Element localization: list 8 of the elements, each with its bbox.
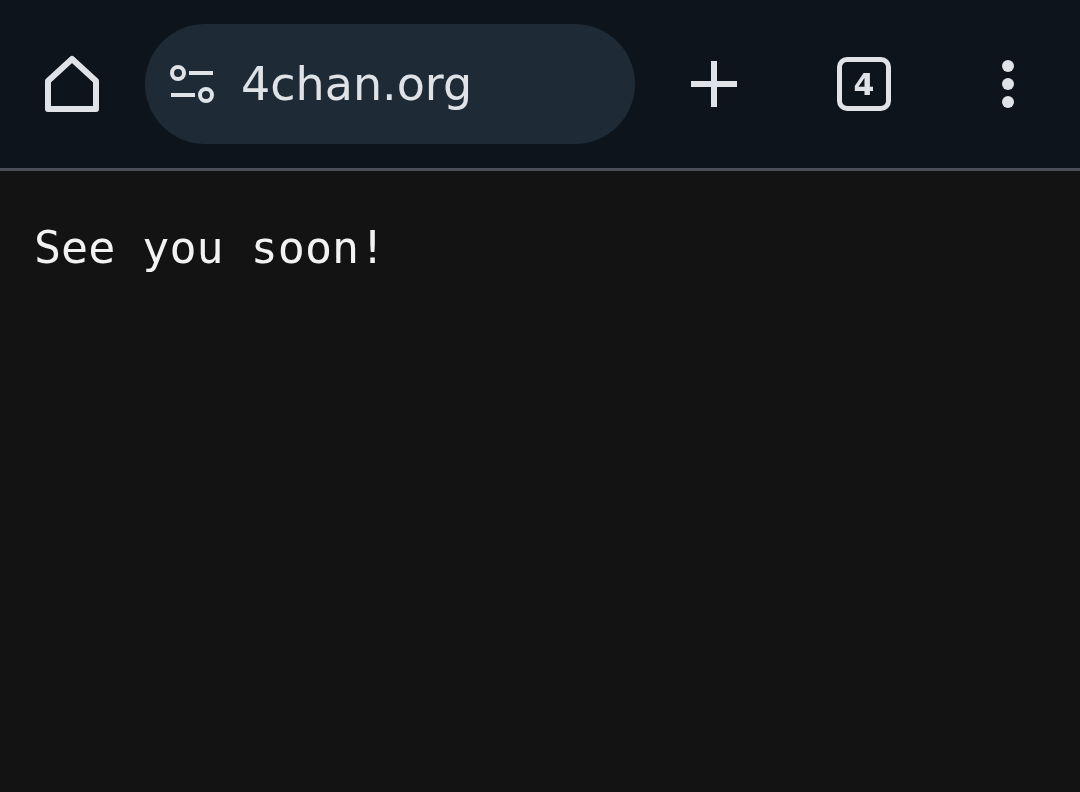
site-settings-icon[interactable] (169, 64, 215, 104)
tab-count-button[interactable]: 4 (837, 57, 891, 111)
page-message: See you soon! (34, 221, 387, 274)
address-bar[interactable]: 4chan.org (145, 24, 635, 144)
home-icon[interactable] (44, 55, 100, 113)
new-tab-icon[interactable] (689, 59, 739, 109)
url-text: 4chan.org (241, 57, 473, 111)
more-menu-icon[interactable] (1001, 59, 1015, 109)
